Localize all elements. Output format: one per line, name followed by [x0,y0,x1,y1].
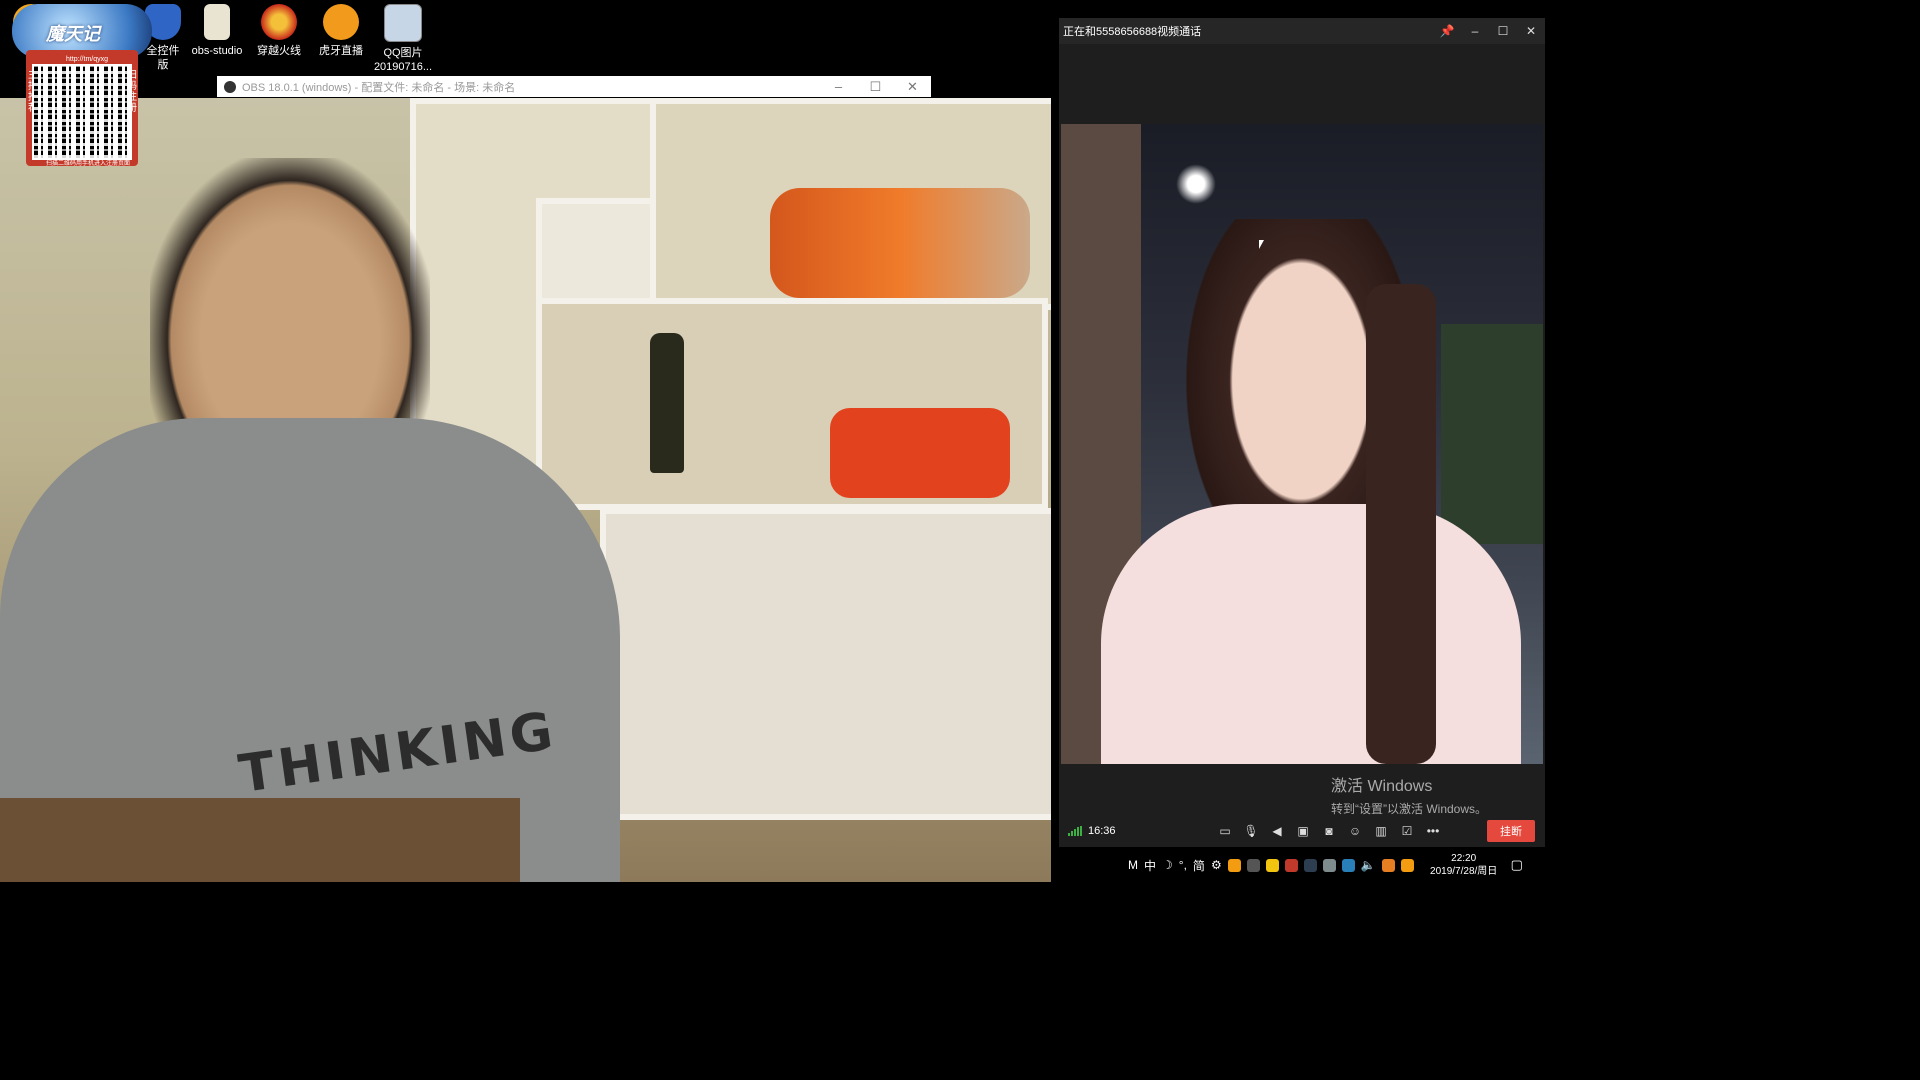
street-light [1176,164,1216,204]
effects-icon[interactable]: ☺ [1344,822,1366,840]
close-button[interactable]: ✕ [1517,24,1545,38]
ime-mode-icon[interactable]: 中 [1144,857,1156,874]
desk-surface [0,798,520,882]
camera-off-icon[interactable]: ▣ [1292,822,1314,840]
crossfire-icon [261,4,297,40]
pin-icon[interactable]: 📌 [1433,24,1461,38]
desktop-icon-huya[interactable]: 虎牙直播 [310,4,372,58]
app-tray-icon[interactable] [1227,858,1241,872]
clock-date: 2019/7/28/周日 [1430,866,1498,877]
system-tray: M 中 ☽ °, 简 ⚙ 🔈 22:20 2019/7/28/周日 ▢ [1125,848,1568,882]
app-tray-icon[interactable] [1303,858,1317,872]
promo-caption: 扫描二维码用手机进入注册页面 [45,161,130,167]
app-tray-icon[interactable] [1246,858,1260,872]
cabinet-doors [600,508,1051,820]
desktop-icon-qq-image[interactable]: QQ图片 20190716... [372,4,434,74]
promo-brand-logo: 魔天记 [46,24,100,44]
simplified-icon[interactable]: 简 [1193,857,1205,874]
image-file-icon [384,4,422,42]
moon-icon[interactable]: ☽ [1162,858,1173,872]
desktop-icon-label: 穿越火线 [257,45,301,57]
call-timer: 16:36 [1088,825,1116,837]
obs-window-titlebar[interactable]: OBS 18.0.1 (windows) - 配置文件: 未命名 - 场景: 未… [217,76,931,97]
minimize-button[interactable]: – [820,79,857,94]
network-icon[interactable] [1322,858,1336,872]
qr-code-icon [32,64,132,160]
app-tray-icon[interactable] [1381,858,1395,872]
screenshot-icon[interactable]: ◙ [1318,822,1340,840]
obs-window-title: OBS 18.0.1 (windows) - 配置文件: 未命名 - 场景: 未… [242,81,516,94]
call-title: 正在和5558656688视频通话 [1063,26,1202,38]
person-shirt [1101,504,1521,764]
maximize-button[interactable]: ☐ [1489,24,1517,38]
call-titlebar[interactable]: 正在和5558656688视频通话 📌 – ☐ ✕ [1059,18,1545,44]
cursor-icon [1259,240,1264,249]
game-promo-widget[interactable]: 魔天记 http://tm/qyxg 主播推荐 扫码注册 扫描二维码用手机进入注… [12,4,152,167]
qq-tray-icon[interactable] [1265,858,1279,872]
layout-icon[interactable]: ▥ [1370,822,1392,840]
share-icon[interactable]: ☑ [1396,822,1418,840]
close-button[interactable]: ✕ [894,79,931,95]
activate-subtitle: 转到“设置”以激活 Windows。 [1331,802,1488,816]
app-tray-icon[interactable] [1341,858,1355,872]
activate-windows-watermark: 激活 Windows 转到“设置”以激活 Windows。 [1331,772,1487,817]
person-hair [1366,284,1436,764]
app-tray-icon[interactable] [1400,858,1414,872]
gear-icon[interactable]: ⚙ [1211,858,1222,872]
desktop-icon-label: obs-studio [191,45,243,57]
maximize-button[interactable]: ☐ [857,79,894,95]
microphone-icon[interactable]: 🎙 [1240,822,1262,840]
app-tray-icon[interactable] [1284,858,1298,872]
trees [1441,324,1543,544]
signal-strength-icon [1068,826,1082,836]
desktop-icon-obs-studio[interactable]: obs-studio [186,4,248,58]
obs-logo-icon [224,80,236,93]
desktop-icon-label: 虎牙直播 [319,45,363,57]
champagne-bottle [650,333,684,473]
obs-preview-canvas[interactable]: THINKING [0,98,1051,882]
desktop-icon-label: QQ图片 20190716... [373,47,433,73]
toys-on-shelf [770,188,1030,298]
volume-icon[interactable]: 🔈 [1361,858,1376,872]
minimize-button[interactable]: – [1461,24,1489,38]
huya-icon [323,4,359,40]
call-controls-bar: 16:36 ▭ 🎙 ◀ ▣ ◙ ☺ ▥ ☑ ••• 挂断 [1059,818,1545,844]
remote-video[interactable] [1061,124,1543,764]
punctuation-icon[interactable]: °, [1179,858,1187,872]
desktop-icon-crossfire[interactable]: 穿越火线 [248,4,310,58]
speaker-icon[interactable]: ◀ [1266,822,1288,840]
red-cups [830,408,1010,498]
folder-icon [204,4,230,40]
notification-icon[interactable]: ▢ [1511,857,1523,873]
hangup-button[interactable]: 挂断 [1487,820,1535,842]
promo-url: http://tm/qyxg [65,56,109,63]
chat-icon[interactable]: ▭ [1214,822,1236,840]
activate-title: 激活 Windows [1331,778,1433,795]
video-call-window[interactable]: 正在和5558656688视频通话 📌 – ☐ ✕ 激活 Windows 转到“… [1059,18,1545,847]
tray-item[interactable]: M [1128,858,1138,872]
taskbar-clock[interactable]: 22:20 2019/7/28/周日 [1423,852,1505,878]
clock-time: 22:20 [1451,853,1477,864]
more-icon[interactable]: ••• [1422,822,1444,840]
